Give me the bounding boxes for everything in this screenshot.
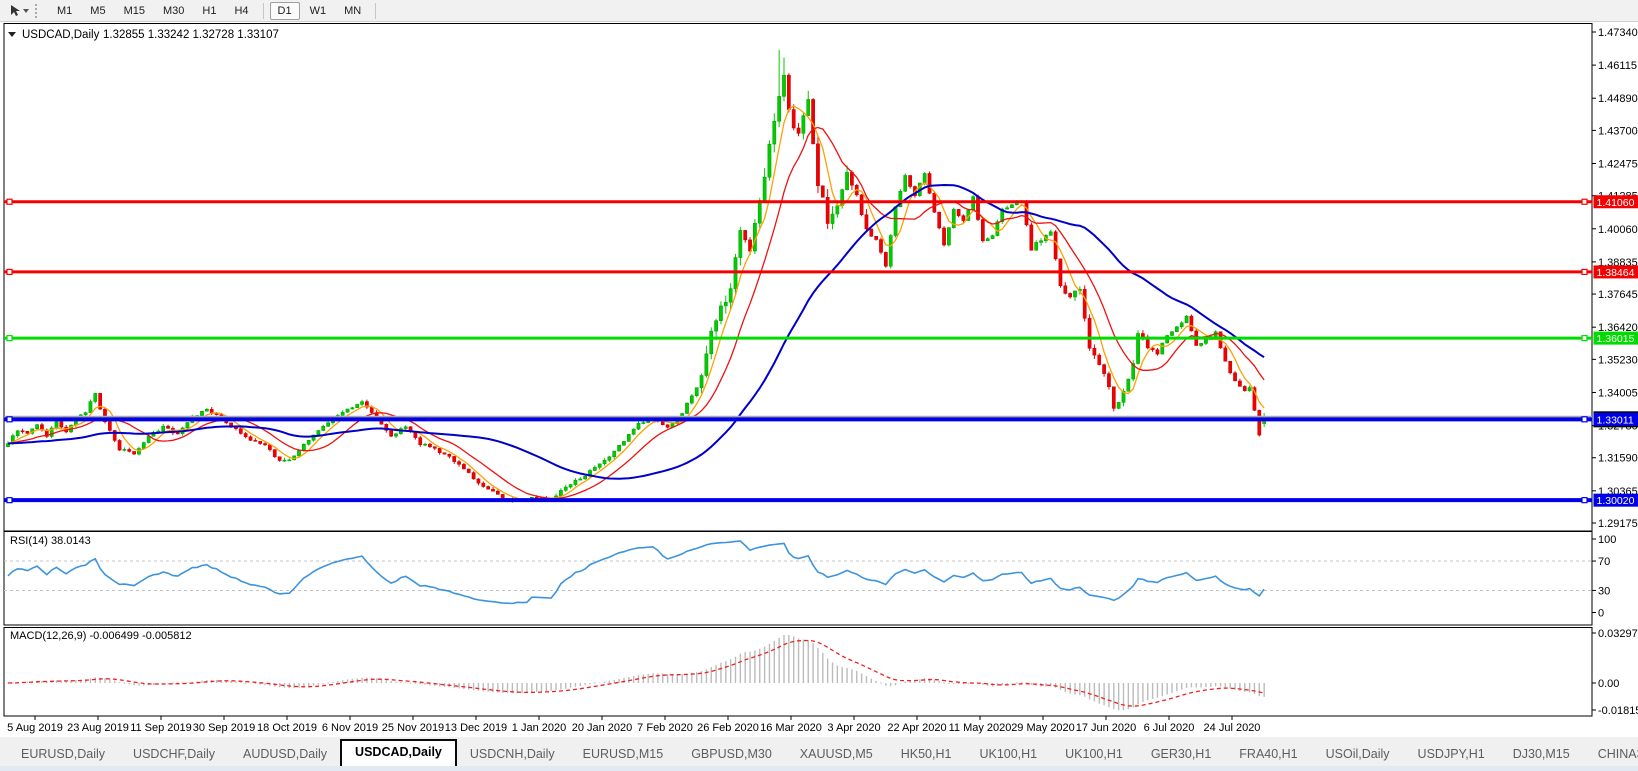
svg-text:100: 100 [1598,534,1616,546]
svg-text:30 Sep 2019: 30 Sep 2019 [193,722,255,734]
svg-text:0.00: 0.00 [1598,678,1619,690]
svg-text:-0.018154: -0.018154 [1598,705,1638,717]
tab-usdchf-daily[interactable]: USDCHF,Daily [120,743,228,766]
chart-title: USDCAD,Daily 1.32855 1.33242 1.32728 1.33… [8,29,279,41]
timeframe-h4-button[interactable]: H4 [226,2,256,20]
tab-hk50-h1[interactable]: HK50,H1 [888,743,965,766]
timeframe-d1-button[interactable]: D1 [269,1,300,20]
svg-text:6 Nov 2019: 6 Nov 2019 [322,722,378,734]
tab-usoil-daily[interactable]: USOil,Daily [1313,743,1403,766]
timeframe-m1-button[interactable]: M1 [49,2,80,20]
svg-text:6 Jul 2020: 6 Jul 2020 [1144,722,1195,734]
tab-dj30-m15[interactable]: DJ30,M15 [1500,743,1583,766]
svg-text:7 Feb 2020: 7 Feb 2020 [637,722,693,734]
timeframe-toolbar: M1 M5 M15 M30 H1 H4 D1 W1 MN [0,0,1638,22]
timeframe-mn-button[interactable]: MN [336,2,369,20]
svg-text:1.34005: 1.34005 [1598,387,1638,399]
svg-text:1.47340: 1.47340 [1598,27,1638,39]
status-bar [0,766,1638,771]
tab-eurusd-daily[interactable]: EURUSD,Daily [8,743,118,766]
svg-text:1.37645: 1.37645 [1598,289,1638,301]
svg-text:1.42475: 1.42475 [1598,159,1638,171]
timeframe-w1-button[interactable]: W1 [302,2,335,20]
svg-text:17 Jun 2020: 17 Jun 2020 [1076,722,1137,734]
timeframe-m15-button[interactable]: M15 [116,2,153,20]
tab-gbpusd-m30[interactable]: GBPUSD,M30 [678,743,785,766]
svg-text:1.31590: 1.31590 [1598,453,1638,465]
svg-text:1.32855 1.33242 1.32728 1.3310: 1.32855 1.33242 1.32728 1.33107 [103,29,279,41]
chart-canvas[interactable]: 1.473401.461151.448901.437001.424751.412… [0,23,1638,737]
svg-text:USDCAD,Daily: USDCAD,Daily [22,29,100,41]
svg-text:1.29175: 1.29175 [1598,518,1638,530]
toolbar-separator [375,2,377,19]
svg-text:11 May 2020: 11 May 2020 [949,722,1012,734]
svg-text:1.41060: 1.41060 [1597,197,1635,209]
svg-text:1.30020: 1.30020 [1597,495,1635,507]
svg-text:1.33011: 1.33011 [1597,414,1634,426]
svg-text:70: 70 [1598,556,1610,568]
svg-text:1.36015: 1.36015 [1597,333,1635,345]
svg-text:1.46115: 1.46115 [1598,60,1637,72]
tab-usdjpy-h1[interactable]: USDJPY,H1 [1405,743,1498,766]
tab-xauusd-m5[interactable]: XAUUSD,M5 [787,743,886,766]
svg-text:26 Feb 2020: 26 Feb 2020 [697,722,759,734]
svg-text:1.43700: 1.43700 [1598,125,1638,137]
cursor-tool-icon[interactable] [6,3,32,19]
date-axis: 5 Aug 2019 23 Aug 2019 11 Sep 2019 30 Sep 2… [7,716,1260,734]
svg-text:3 Apr 2020: 3 Apr 2020 [827,722,880,734]
tab-eurusd-m15[interactable]: EURUSD,M15 [570,743,677,766]
svg-text:1.44890: 1.44890 [1598,93,1638,105]
svg-text:1.40060: 1.40060 [1598,224,1638,236]
svg-text:1.38464: 1.38464 [1597,267,1635,279]
svg-text:30: 30 [1598,585,1610,597]
timeframe-m30-button[interactable]: M30 [155,2,192,20]
svg-text:11 Sep 2019: 11 Sep 2019 [130,722,192,734]
tab-audusd-daily[interactable]: AUDUSD,Daily [230,743,340,766]
tab-usdcnh-daily[interactable]: USDCNH,Daily [457,743,568,766]
toolbar-grip [35,3,41,18]
svg-text:13 Dec 2019: 13 Dec 2019 [445,722,507,734]
svg-text:1 Jan 2020: 1 Jan 2020 [512,722,566,734]
tab-uk100-h1[interactable]: UK100,H1 [966,743,1050,766]
tab-usdcad-daily[interactable]: USDCAD,Daily [340,739,457,766]
svg-text:1.35230: 1.35230 [1598,354,1638,366]
svg-text:20 Jan 2020: 20 Jan 2020 [572,722,633,734]
tab-china300-h4[interactable]: CHINA300,H4 [1585,743,1638,766]
chart-window[interactable]: 1.473401.461151.448901.437001.424751.412… [0,23,1638,737]
timeframe-h1-button[interactable]: H1 [194,2,224,20]
panel-borders [3,23,1593,717]
svg-text:24 Jul 2020: 24 Jul 2020 [1204,722,1261,734]
svg-text:5 Aug 2019: 5 Aug 2019 [7,722,63,734]
tab-uk100-h1-2[interactable]: UK100,H1 [1052,743,1136,766]
svg-text:23 Aug 2019: 23 Aug 2019 [67,722,129,734]
svg-text:16 Mar 2020: 16 Mar 2020 [760,722,822,734]
svg-text:MACD(12,26,9) -0.006499 -0.005: MACD(12,26,9) -0.006499 -0.005812 [10,630,192,642]
svg-text:RSI(14) 38.0143: RSI(14) 38.0143 [10,535,91,547]
svg-text:22 Apr 2020: 22 Apr 2020 [887,722,946,734]
svg-text:18 Oct 2019: 18 Oct 2019 [257,722,317,734]
chart-tabs-bar: EURUSD,Daily USDCHF,Daily AUDUSD,Daily U… [0,737,1638,766]
svg-text:0: 0 [1598,608,1604,620]
svg-text:25 Nov 2019: 25 Nov 2019 [382,722,444,734]
tab-ger30-h1[interactable]: GER30,H1 [1138,743,1224,766]
toolbar-separator [262,2,264,19]
svg-text:29 May 2020: 29 May 2020 [1011,722,1075,734]
svg-text:0.032972: 0.032972 [1598,628,1638,640]
tab-fra40-h1[interactable]: FRA40,H1 [1226,743,1310,766]
timeframe-m5-button[interactable]: M5 [82,2,113,20]
